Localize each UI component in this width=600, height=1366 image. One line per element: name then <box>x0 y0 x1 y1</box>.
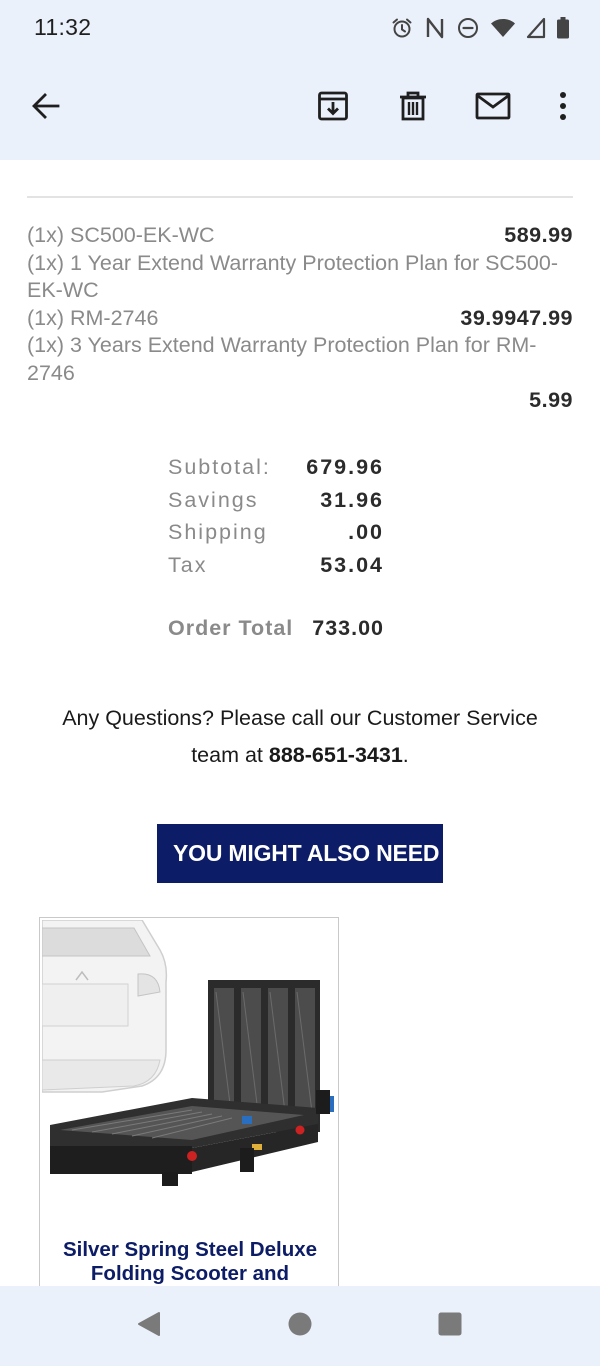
tax-value: 53.04 <box>320 552 384 577</box>
line-item-description: (1x) 3 Years Extend Warranty Protection … <box>27 333 537 385</box>
status-icons <box>390 14 570 42</box>
delete-button[interactable] <box>391 86 435 130</box>
product-card[interactable]: Silver Spring Steel Deluxe Folding Scoot… <box>39 917 339 1286</box>
line-item-description: (1x) SC500-EK-WC <box>27 223 215 247</box>
status-bar: 11:32 <box>0 0 600 56</box>
savings-row: Savings 31.96 <box>168 488 384 521</box>
line-item-price: 39.9947.99 <box>460 305 573 330</box>
line-item-price: 5.99 <box>529 388 573 412</box>
nav-home-button[interactable] <box>282 1308 318 1344</box>
system-nav-bar <box>0 1286 600 1366</box>
tax-label: Tax <box>168 552 208 577</box>
signal-icon <box>526 16 546 40</box>
order-total-value: 733.00 <box>312 616 384 640</box>
line-item-description: (1x) 1 Year Extend Warranty Protection P… <box>27 250 558 303</box>
customer-service-suffix: . <box>402 743 409 767</box>
phone-number-link[interactable]: 888-651-3431 <box>269 743 403 767</box>
tax-row: Tax 53.04 <box>168 553 384 586</box>
wifi-icon <box>490 16 516 40</box>
back-button[interactable] <box>24 86 68 130</box>
subtotal-row: Subtotal: 679.96 <box>168 455 384 488</box>
product-image[interactable] <box>41 919 338 1216</box>
nav-home-icon <box>287 1311 313 1342</box>
order-total-label: Order Total <box>168 616 294 640</box>
nav-recents-button[interactable] <box>432 1308 468 1344</box>
product-name-link[interactable]: Silver Spring Steel Deluxe Folding Scoot… <box>44 1238 336 1286</box>
shipping-row: Shipping .00 <box>168 520 384 553</box>
line-item: (1x) SC500-EK-WC 589.99 <box>27 222 573 250</box>
line-item: (1x) 1 Year Extend Warranty Protection P… <box>27 250 573 305</box>
mark-unread-button[interactable] <box>471 86 515 130</box>
mark-unread-icon <box>475 91 511 126</box>
delete-icon <box>396 89 430 128</box>
line-item: (1x) RM-2746 39.9947.99 <box>27 305 573 333</box>
order-line-items: (1x) SC500-EK-WC 589.99 (1x) 1 Year Exte… <box>27 222 573 415</box>
line-item: (1x) 3 Years Extend Warranty Protection … <box>27 332 573 387</box>
email-body[interactable]: (1x) SC500-EK-WC 589.99 (1x) 1 Year Exte… <box>0 160 600 1286</box>
nav-recents-icon <box>437 1311 463 1342</box>
line-item-price: 589.99 <box>504 223 573 247</box>
back-arrow-icon <box>30 90 62 127</box>
savings-value: 31.96 <box>320 487 384 512</box>
subtotal-label: Subtotal: <box>168 455 271 479</box>
more-options-button[interactable] <box>541 86 585 130</box>
shipping-value: .00 <box>348 520 384 544</box>
archive-icon <box>316 89 350 128</box>
app-toolbar <box>0 56 600 160</box>
archive-button[interactable] <box>311 86 355 130</box>
subtotal-value: 679.96 <box>306 455 384 479</box>
do-not-disturb-icon <box>456 16 480 40</box>
battery-icon <box>556 16 570 40</box>
nfc-icon <box>424 16 446 40</box>
customer-service-note: Any Questions? Please call our Customer … <box>40 700 560 774</box>
status-time: 11:32 <box>34 14 92 40</box>
savings-label: Savings <box>168 487 259 512</box>
divider <box>27 196 573 198</box>
order-total-row: Order Total 733.00 <box>168 616 384 649</box>
order-totals: Subtotal: 679.96 Savings 31.96 Shipping … <box>168 455 384 649</box>
alarm-icon <box>390 16 414 40</box>
nav-back-button[interactable] <box>130 1308 166 1344</box>
might-also-need-banner[interactable]: YOU MIGHT ALSO NEED <box>157 824 443 883</box>
nav-back-icon <box>134 1310 162 1343</box>
more-options-icon <box>558 90 568 127</box>
shipping-label: Shipping <box>168 520 268 544</box>
